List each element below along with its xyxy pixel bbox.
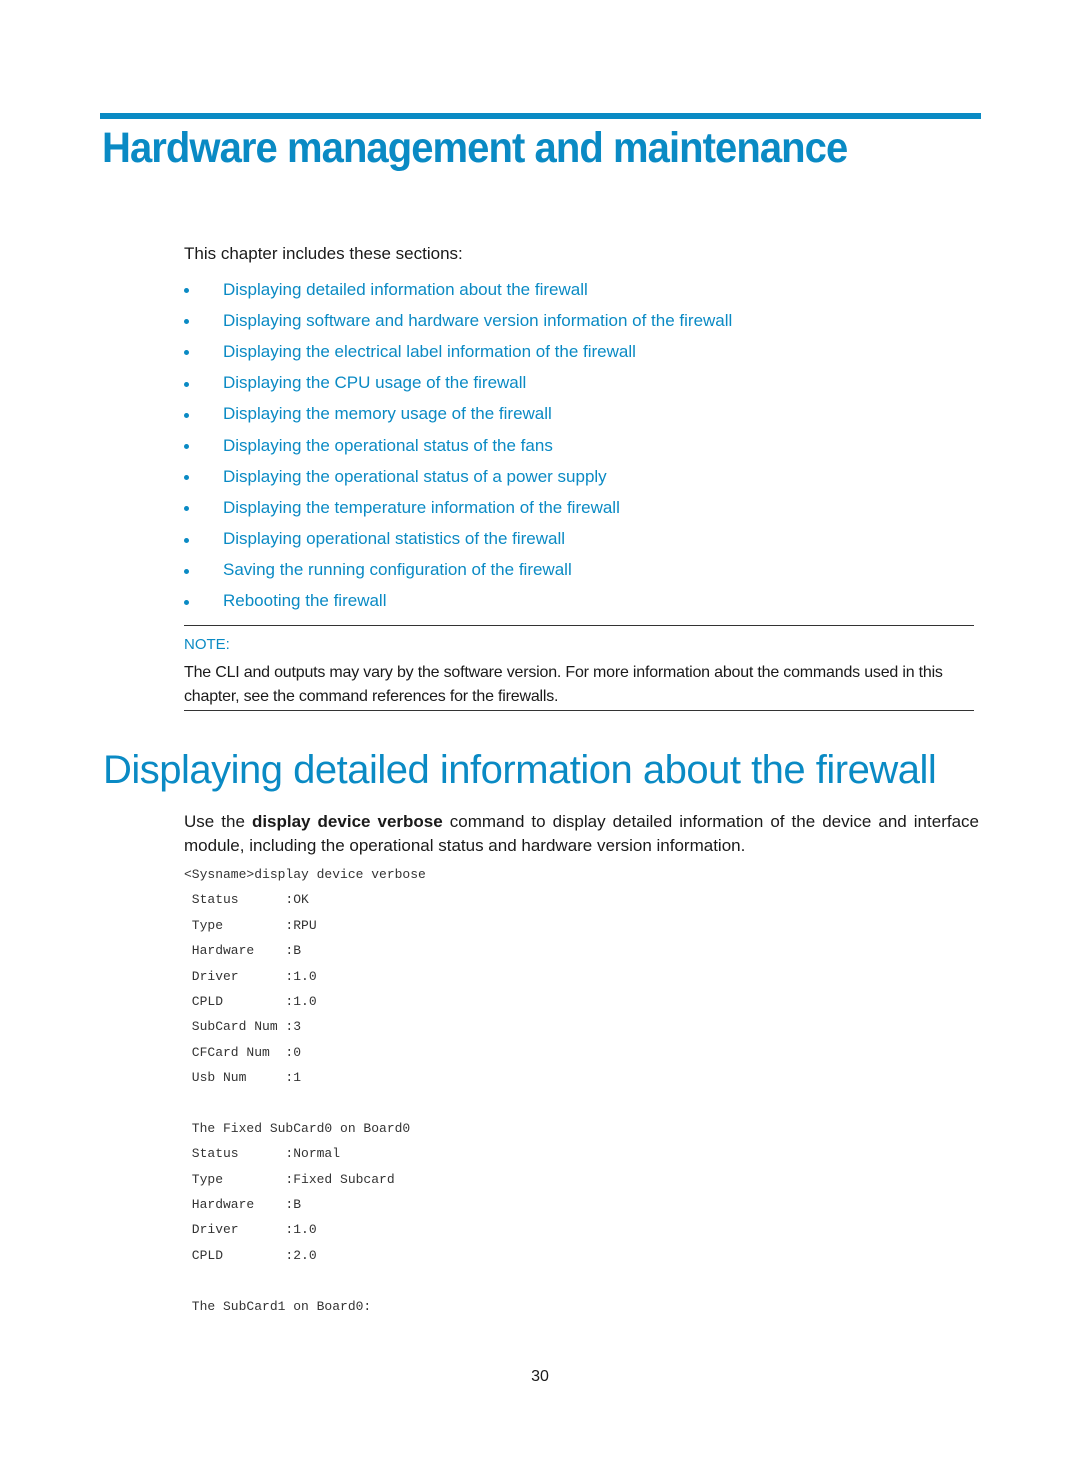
- bullet-icon: [184, 412, 189, 418]
- cli-line: Driver :1.0: [184, 1222, 317, 1238]
- toc-link[interactable]: Displaying the CPU usage of the firewall: [223, 373, 526, 393]
- note-box: NOTE: The CLI and outputs may vary by th…: [184, 625, 974, 711]
- toc-item: Rebooting the firewall: [184, 586, 732, 617]
- cli-line: CFCard Num :0: [184, 1044, 302, 1060]
- chapter-top-rule: [100, 113, 981, 119]
- cli-line: CPLD :2.0: [184, 1247, 317, 1263]
- page-number: 30: [531, 1368, 549, 1385]
- cli-output: <Sysname>display device verbose Status :…: [184, 864, 426, 1321]
- toc-link[interactable]: Displaying the electrical label informat…: [223, 342, 636, 362]
- chapter-title: Hardware management and maintenance: [102, 124, 848, 172]
- toc-link[interactable]: Rebooting the firewall: [223, 591, 386, 611]
- toc-item: Displaying the memory usage of the firew…: [184, 399, 732, 430]
- bullet-icon: [184, 319, 189, 325]
- toc-item: Saving the running configuration of the …: [184, 555, 732, 586]
- bullet-icon: [184, 288, 189, 294]
- bullet-icon: [184, 599, 189, 605]
- cli-line: CPLD :1.0: [184, 993, 317, 1009]
- paragraph-text-before: Use the: [184, 812, 252, 831]
- cli-line: Hardware :B: [184, 943, 302, 959]
- toc-item: Displaying the operational status of a p…: [184, 461, 732, 492]
- toc-item: Displaying the CPU usage of the firewall: [184, 368, 732, 399]
- cli-line: Type :Fixed Subcard: [184, 1171, 395, 1187]
- cli-line: The SubCard1 on Board0:: [184, 1298, 372, 1314]
- note-text: The CLI and outputs may vary by the soft…: [184, 664, 943, 705]
- toc-item: Displaying the electrical label informat…: [184, 336, 732, 367]
- toc-item: Displaying operational statistics of the…: [184, 524, 732, 555]
- cli-line: Driver :1.0: [184, 968, 317, 984]
- toc-item: Displaying detailed information about th…: [184, 274, 732, 305]
- cli-line: [184, 1270, 426, 1295]
- bullet-icon: [184, 444, 189, 450]
- cli-line: Hardware :B: [184, 1197, 302, 1213]
- toc-link[interactable]: Displaying the operational status of a p…: [223, 467, 607, 487]
- toc-item: Displaying software and hardware version…: [184, 305, 732, 336]
- cli-line: Usb Num :1: [184, 1070, 302, 1086]
- bullet-icon: [184, 568, 189, 574]
- toc-link[interactable]: Displaying detailed information about th…: [223, 280, 588, 300]
- cli-line: The Fixed SubCard0 on Board0: [184, 1120, 411, 1136]
- toc-item: Displaying the temperature information o…: [184, 492, 732, 523]
- toc-link[interactable]: Displaying operational statistics of the…: [223, 529, 565, 549]
- toc-item: Displaying the operational status of the…: [184, 430, 732, 461]
- bullet-icon: [184, 506, 189, 512]
- cli-line: Type :RPU: [184, 917, 317, 933]
- toc-link[interactable]: Displaying software and hardware version…: [223, 311, 732, 331]
- bullet-icon: [184, 381, 189, 387]
- cli-line: <Sysname>display device verbose: [184, 867, 426, 882]
- bullet-icon: [184, 537, 189, 543]
- cli-line: Status :OK: [184, 892, 309, 908]
- section-paragraph: Use the display device verbose command t…: [184, 810, 979, 858]
- cli-line: [184, 1093, 426, 1118]
- chapter-intro: This chapter includes these sections:: [184, 244, 463, 263]
- toc-link[interactable]: Saving the running configuration of the …: [223, 560, 572, 580]
- cli-line: Status :Normal: [184, 1146, 341, 1162]
- command-name: display device verbose: [251, 812, 443, 831]
- section-title: Displaying detailed information about th…: [103, 748, 937, 792]
- toc-link[interactable]: Displaying the temperature information o…: [223, 498, 620, 518]
- bullet-icon: [184, 475, 189, 481]
- toc-link[interactable]: Displaying the operational status of the…: [223, 436, 553, 456]
- bullet-icon: [184, 350, 189, 356]
- toc-link[interactable]: Displaying the memory usage of the firew…: [223, 404, 552, 424]
- cli-line: SubCard Num :3: [184, 1019, 302, 1035]
- note-label: NOTE:: [184, 636, 230, 653]
- section-list: Displaying detailed information about th…: [184, 274, 732, 617]
